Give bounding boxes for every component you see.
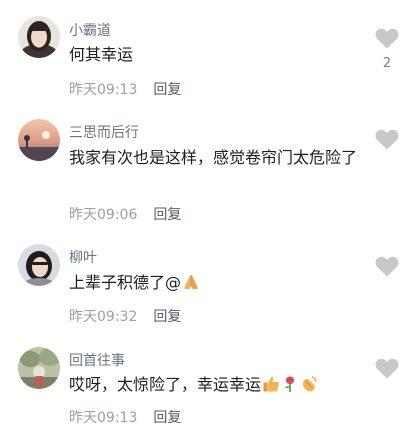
avatar-photo-garden-icon	[18, 347, 60, 389]
comment-text-content: 何其幸运	[69, 45, 134, 64]
comment-time: 昨天09:32	[69, 309, 138, 325]
comment-meta: 昨天09:32 回复	[69, 306, 181, 326]
comment-text-content: 哎呀，太惊险了，幸运幸运	[69, 375, 262, 394]
comment-time: 昨天09:13	[69, 410, 138, 426]
heart-icon	[375, 256, 399, 277]
rose-emoji	[281, 375, 299, 393]
comment-time: 昨天09:06	[69, 207, 138, 223]
avatar[interactable]	[18, 347, 60, 389]
comment-item: 回首往事 哎呀，太惊险了，幸运幸运 昨天09:13 回复	[0, 335, 412, 439]
comment-time: 昨天09:13	[69, 82, 138, 98]
like-button[interactable]	[374, 256, 400, 277]
comment-text: 哎呀，太惊险了，幸运幸运	[69, 372, 359, 397]
comment-text-content: 上辈子积德了@	[69, 273, 182, 292]
avatar-photo-woman-icon	[18, 16, 60, 58]
thumbs-up-emoji	[262, 375, 280, 393]
comment-item: 三思而后行 我家有次也是这样，感觉卷帘门太危险了 昨天09:06 回复	[0, 105, 412, 230]
comment-username[interactable]: 回首往事	[69, 350, 125, 370]
comment-username[interactable]: 三思而后行	[69, 122, 139, 142]
heart-icon	[375, 28, 399, 49]
avatar[interactable]	[18, 16, 60, 58]
like-button[interactable]	[374, 129, 400, 150]
avatar-photo-woman-icon	[18, 244, 60, 286]
like-count: 2	[382, 56, 392, 71]
clapping-hands-emoji	[300, 375, 318, 393]
comment-list: 小霸道 何其幸运 昨天09:13 回复 2 三思而后行 我家有次也是这样，感觉卷…	[0, 0, 412, 439]
avatar-photo-sunset-icon	[18, 119, 60, 161]
like-button[interactable]: 2	[374, 28, 400, 71]
heart-icon	[375, 129, 399, 150]
comment-username[interactable]: 小霸道	[69, 20, 111, 40]
reply-button[interactable]: 回复	[153, 410, 181, 426]
reply-button[interactable]: 回复	[153, 309, 181, 325]
comment-item: 柳叶 上辈子积德了@ 昨天09:32 回复	[0, 230, 412, 335]
like-button[interactable]	[374, 358, 400, 379]
heart-icon	[375, 358, 399, 379]
reply-button[interactable]: 回复	[153, 207, 181, 223]
reply-button[interactable]: 回复	[153, 82, 181, 98]
comment-text: 我家有次也是这样，感觉卷帘门太危险了	[69, 145, 359, 170]
comment-text: 上辈子积德了@	[69, 270, 359, 295]
comment-username[interactable]: 柳叶	[69, 247, 97, 267]
comment-text: 何其幸运	[69, 42, 359, 67]
comment-text-content: 我家有次也是这样，感觉卷帘门太危险了	[69, 148, 358, 167]
comment-meta: 昨天09:06 回复	[69, 204, 181, 224]
avatar[interactable]	[18, 244, 60, 286]
comment-meta: 昨天09:13 回复	[69, 79, 181, 99]
comment-meta: 昨天09:13 回复	[69, 407, 181, 427]
comment-item: 小霸道 何其幸运 昨天09:13 回复 2	[0, 0, 412, 105]
avatar[interactable]	[18, 119, 60, 161]
pray-hands-emoji	[182, 273, 200, 291]
